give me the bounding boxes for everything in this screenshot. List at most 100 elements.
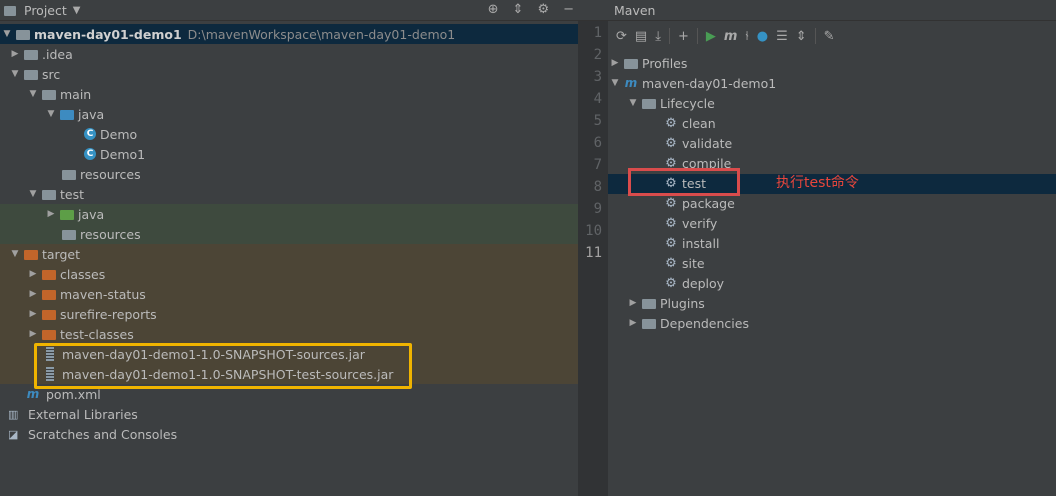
jar-highlight-box <box>34 343 412 389</box>
tree-item-demo[interactable]: C Demo <box>0 124 578 144</box>
line-number: 6 <box>593 135 602 151</box>
collapse-arrow-icon[interactable]: ▶ <box>628 318 638 328</box>
maven-goal-verify[interactable]: ⚙ verify <box>608 213 1056 233</box>
maven-item-dependencies[interactable]: ▶ Dependencies <box>608 313 1056 333</box>
expand-arrow-icon[interactable]: ▼ <box>46 109 56 119</box>
project-header: Project ▼ ⊕ ⇕ ⚙ − <box>0 0 578 21</box>
toolbar-separator <box>668 28 670 44</box>
collapse-arrow-icon[interactable]: ▶ <box>610 58 620 68</box>
gear-icon: ⚙ <box>665 195 677 211</box>
maven-label: install <box>682 235 720 251</box>
tree-item-demo1[interactable]: C Demo1 <box>0 144 578 164</box>
expand-arrow-icon[interactable]: ▼ <box>10 249 20 259</box>
expand-arrow-icon[interactable]: ▼ <box>2 29 12 39</box>
run-icon[interactable]: ▶ <box>706 29 716 44</box>
tree-label: java <box>78 206 105 222</box>
maven-label: verify <box>682 215 718 231</box>
tree-item-maven-status[interactable]: ▶ maven-status <box>0 284 578 304</box>
excluded-folder-icon <box>42 290 56 300</box>
wrench-icon[interactable]: ✎ <box>824 29 835 44</box>
add-folder-icon[interactable]: ▤ <box>635 29 647 44</box>
tree-label: java <box>78 106 105 122</box>
annotation-text: 执行test命令 <box>776 175 859 191</box>
minimize-icon[interactable]: − <box>563 2 574 17</box>
library-icon: ▥ <box>8 407 19 421</box>
maven-goal-package[interactable]: ⚙ package <box>608 193 1056 213</box>
chevron-down-icon[interactable]: ▼ <box>73 5 81 16</box>
locate-icon[interactable]: ⊕ <box>488 2 499 17</box>
reload-icon[interactable]: ⟳ <box>616 29 627 44</box>
maven-goal-clean[interactable]: ⚙ clean <box>608 113 1056 133</box>
collapse-icon[interactable]: ⇕ <box>513 2 524 17</box>
java-class-icon: C <box>84 148 96 160</box>
maven-panel: Maven ⟳ ▤ ⤓ + ▶ m ⫮ ● ☰ ⇕ ✎ ▶ Profiles ▼… <box>608 0 1056 496</box>
maven-item-lifecycle[interactable]: ▼ Lifecycle <box>608 93 1056 113</box>
maven-item-profiles[interactable]: ▶ Profiles <box>608 53 1056 73</box>
project-title[interactable]: Project <box>24 3 67 18</box>
tree-label: test <box>60 186 85 202</box>
gutter-header <box>578 0 608 21</box>
tree-label: Demo1 <box>100 146 146 162</box>
gear-icon[interactable]: ⚙ <box>537 2 549 17</box>
project-icon <box>4 6 16 16</box>
toolbar-separator <box>696 28 698 44</box>
tree-root[interactable]: ▼ maven-day01-demo1 D:\mavenWorkspace\ma… <box>0 24 578 44</box>
collapse-arrow-icon[interactable]: ▶ <box>28 309 38 319</box>
collapse-arrow-icon[interactable]: ▶ <box>28 289 38 299</box>
tree-label: .idea <box>42 46 73 62</box>
tree-item-java[interactable]: ▼ java <box>0 104 578 124</box>
tree-item-test-resources[interactable]: resources <box>0 224 578 244</box>
collapse-arrow-icon[interactable]: ▶ <box>628 298 638 308</box>
maven-label: maven-day01-demo1 <box>642 75 777 91</box>
tree-item-external-libraries[interactable]: ▥ External Libraries <box>0 404 578 424</box>
tree-item-test[interactable]: ▼ test <box>0 184 578 204</box>
maven-item-plugins[interactable]: ▶ Plugins <box>608 293 1056 313</box>
line-number: 4 <box>593 91 602 107</box>
toggle-offline-icon[interactable]: ⫮ <box>745 29 748 44</box>
expand-arrow-icon[interactable]: ▼ <box>28 189 38 199</box>
tree-item-surefire-reports[interactable]: ▶ surefire-reports <box>0 304 578 324</box>
collapse-arrow-icon[interactable]: ▶ <box>28 269 38 279</box>
collapse-arrow-icon[interactable]: ▶ <box>28 329 38 339</box>
test-resources-folder-icon <box>62 230 76 240</box>
tree-item-idea[interactable]: ▶ .idea <box>0 44 578 64</box>
maven-goal-site[interactable]: ⚙ site <box>608 253 1056 273</box>
maven-goal-deploy[interactable]: ⚙ deploy <box>608 273 1056 293</box>
expand-arrow-icon[interactable]: ▼ <box>628 98 638 108</box>
collapse-all-icon[interactable]: ⇕ <box>796 29 807 44</box>
collapse-arrow-icon[interactable]: ▶ <box>46 209 56 219</box>
skip-tests-icon[interactable]: ● <box>757 29 768 44</box>
tree-label: resources <box>80 166 141 182</box>
tree-label: resources <box>80 226 141 242</box>
tree-item-scratches[interactable]: ◪ Scratches and Consoles <box>0 424 578 444</box>
tree-label: main <box>60 86 92 102</box>
tree-item-main[interactable]: ▼ main <box>0 84 578 104</box>
tree-item-test-classes[interactable]: ▶ test-classes <box>0 324 578 344</box>
maven-goal-validate[interactable]: ⚙ validate <box>608 133 1056 153</box>
tree-item-resources[interactable]: resources <box>0 164 578 184</box>
editor-gutter: 1 2 3 4 5 6 7 8 9 10 11 <box>578 0 608 496</box>
line-number: 3 <box>593 69 602 85</box>
tree-item-test-java[interactable]: ▶ java <box>0 204 578 224</box>
tree-item-src[interactable]: ▼ src <box>0 64 578 84</box>
maven-label: Lifecycle <box>660 95 715 111</box>
tree-item-target[interactable]: ▼ target <box>0 244 578 264</box>
download-icon[interactable]: ⤓ <box>655 29 661 44</box>
line-number: 9 <box>593 201 602 217</box>
show-dependencies-icon[interactable]: ☰ <box>776 29 788 44</box>
add-icon[interactable]: + <box>678 29 689 44</box>
collapse-arrow-icon[interactable]: ▶ <box>10 49 20 59</box>
expand-arrow-icon[interactable]: ▼ <box>10 69 20 79</box>
tree-label: surefire-reports <box>60 306 157 322</box>
maven-item-project[interactable]: ▼ m maven-day01-demo1 <box>608 73 1056 93</box>
maven-goal-install[interactable]: ⚙ install <box>608 233 1056 253</box>
line-number: 1 <box>593 25 602 41</box>
excluded-folder-icon <box>42 330 56 340</box>
execute-goal-icon[interactable]: m <box>724 29 738 44</box>
tree-item-classes[interactable]: ▶ classes <box>0 264 578 284</box>
maven-label: clean <box>682 115 716 131</box>
root-path: D:\mavenWorkspace\maven-day01-demo1 <box>187 26 456 42</box>
expand-arrow-icon[interactable]: ▼ <box>28 89 38 99</box>
expand-arrow-icon[interactable]: ▼ <box>610 78 620 88</box>
maven-label: deploy <box>682 275 725 291</box>
